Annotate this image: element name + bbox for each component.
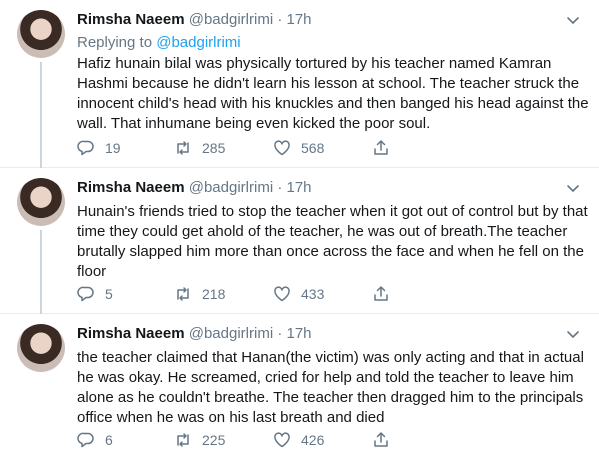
replying-to: Replying to @badgirlrimi bbox=[77, 34, 241, 51]
reply-count: 5 bbox=[105, 286, 113, 302]
chevron-down-icon[interactable] bbox=[565, 326, 581, 342]
tweet-2[interactable]: Rimsha Naeem @badgirlrimi · 17h Hunain's… bbox=[0, 168, 599, 314]
like-icon bbox=[274, 286, 290, 302]
chevron-down-icon[interactable] bbox=[565, 180, 581, 196]
reply-count: 19 bbox=[105, 140, 121, 156]
separator-dot: · bbox=[277, 179, 283, 196]
tweet-actions: 5 218 433 bbox=[77, 285, 417, 305]
like-icon bbox=[274, 140, 290, 156]
retweet-icon bbox=[177, 287, 189, 301]
tweet-text: Hafiz hunain bilal was physically tortur… bbox=[77, 55, 589, 132]
author-handle[interactable]: @badgirlrimi bbox=[189, 325, 273, 342]
like-icon bbox=[274, 432, 290, 448]
share-icon bbox=[374, 140, 388, 155]
like-button[interactable]: 426 bbox=[273, 431, 324, 449]
reply-icon bbox=[77, 286, 94, 302]
share-button[interactable] bbox=[372, 139, 390, 157]
reply-icon bbox=[77, 140, 94, 156]
author-handle[interactable]: @badgirlrimi bbox=[189, 11, 273, 28]
tweet-actions: 19 285 568 bbox=[77, 139, 417, 159]
tweet-header: Rimsha Naeem @badgirlrimi · 17h bbox=[77, 11, 312, 29]
retweet-count: 285 bbox=[202, 140, 226, 156]
share-icon bbox=[374, 432, 388, 447]
thread-connector bbox=[40, 62, 42, 168]
like-button[interactable]: 568 bbox=[273, 139, 324, 157]
timestamp[interactable]: 17h bbox=[287, 179, 312, 196]
retweet-count: 225 bbox=[202, 432, 226, 448]
author-name[interactable]: Rimsha Naeem bbox=[77, 11, 185, 28]
reply-button[interactable]: 19 bbox=[77, 139, 121, 157]
separator-dot: · bbox=[277, 325, 283, 342]
retweet-count: 218 bbox=[202, 286, 226, 302]
avatar[interactable] bbox=[17, 324, 65, 372]
retweet-button[interactable]: 285 bbox=[174, 139, 225, 157]
tweet-text: Hunain's friends tried to stop the teach… bbox=[77, 203, 588, 280]
like-count: 568 bbox=[301, 140, 325, 156]
timestamp[interactable]: 17h bbox=[287, 11, 312, 28]
reply-icon bbox=[77, 432, 94, 448]
reply-button[interactable]: 6 bbox=[77, 431, 113, 449]
tweet-thread: Rimsha Naeem @badgirlrimi · 17h Replying… bbox=[0, 0, 599, 457]
retweet-icon bbox=[177, 141, 189, 155]
reply-button[interactable]: 5 bbox=[77, 285, 113, 303]
tweet-1[interactable]: Rimsha Naeem @badgirlrimi · 17h Replying… bbox=[0, 0, 599, 168]
chevron-down-icon[interactable] bbox=[565, 12, 581, 28]
tweet-text: the teacher claimed that Hanan(the victi… bbox=[77, 349, 584, 426]
author-handle[interactable]: @badgirlrimi bbox=[189, 179, 273, 196]
replying-to-handle[interactable]: @badgirlrimi bbox=[156, 34, 240, 51]
tweet-header: Rimsha Naeem @badgirlrimi · 17h bbox=[77, 325, 312, 343]
replying-to-label: Replying to bbox=[77, 34, 153, 51]
retweet-icon bbox=[177, 433, 189, 447]
share-button[interactable] bbox=[372, 285, 390, 303]
share-button[interactable] bbox=[372, 431, 390, 449]
like-count: 426 bbox=[301, 432, 325, 448]
separator-dot: · bbox=[277, 11, 283, 28]
author-name[interactable]: Rimsha Naeem bbox=[77, 325, 185, 342]
reply-count: 6 bbox=[105, 432, 113, 448]
author-name[interactable]: Rimsha Naeem bbox=[77, 179, 185, 196]
tweet-3[interactable]: Rimsha Naeem @badgirlrimi · 17h the teac… bbox=[0, 314, 599, 457]
avatar[interactable] bbox=[17, 10, 65, 58]
like-button[interactable]: 433 bbox=[273, 285, 324, 303]
avatar[interactable] bbox=[17, 178, 65, 226]
thread-connector bbox=[40, 230, 42, 314]
tweet-header: Rimsha Naeem @badgirlrimi · 17h bbox=[77, 179, 312, 197]
tweet-actions: 6 225 426 bbox=[77, 431, 417, 451]
like-count: 433 bbox=[301, 286, 325, 302]
share-icon bbox=[374, 286, 388, 301]
retweet-button[interactable]: 218 bbox=[174, 285, 225, 303]
retweet-button[interactable]: 225 bbox=[174, 431, 225, 449]
timestamp[interactable]: 17h bbox=[287, 325, 312, 342]
